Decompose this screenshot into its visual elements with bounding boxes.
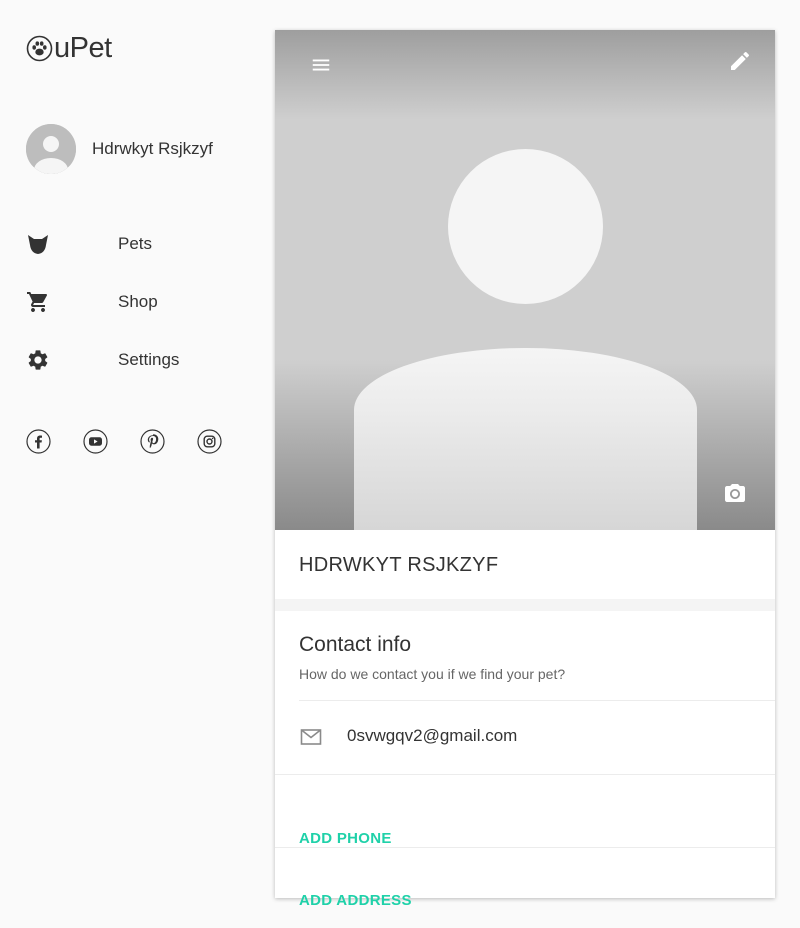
sidebar-item-label: Shop — [118, 292, 158, 311]
edit-profile-button[interactable] — [726, 47, 754, 75]
user-profile[interactable]: Hdrwkyt Rsjkzyf — [26, 124, 213, 174]
camera-icon — [725, 484, 745, 502]
add-phone-button[interactable]: ADD PHONE — [299, 830, 392, 847]
pinterest-icon[interactable] — [140, 429, 165, 454]
sidebar-item-pets[interactable]: Pets — [26, 226, 236, 284]
hamburger-menu-icon — [312, 59, 330, 71]
email-row[interactable]: 0svwgqv2@gmail.com — [275, 701, 775, 774]
divider — [275, 847, 775, 848]
default-avatar-icon — [26, 124, 76, 174]
app-logo[interactable]: uPet — [26, 33, 112, 63]
avatar — [26, 124, 76, 174]
contact-subtitle: How do we contact you if we find your pe… — [299, 666, 566, 682]
profile-name: HDRWKYT RSJKZYF — [299, 554, 499, 576]
user-name: Hdrwkyt Rsjkzyf — [92, 139, 213, 158]
change-photo-button[interactable] — [721, 480, 749, 508]
dog-face-icon — [28, 235, 48, 254]
logo-text: uPet — [54, 32, 112, 64]
sidebar-item-settings[interactable]: Settings — [26, 342, 236, 400]
sidebar-item-label: Pets — [118, 234, 153, 253]
profile-cover — [275, 30, 775, 530]
divider — [275, 774, 775, 775]
profile-name-section: HDRWKYT RSJKZYF — [275, 530, 775, 599]
placeholder-head — [448, 149, 603, 304]
profile-card: HDRWKYT RSJKZYF Contact info How do we c… — [275, 30, 775, 909]
email-value: 0svwgqv2@gmail.com — [347, 726, 518, 745]
pencil-icon — [731, 51, 750, 70]
menu-button[interactable] — [307, 51, 335, 79]
sidebar: uPet Hdrwkyt Rsjkzyf Pets Shop Settings — [0, 0, 260, 928]
paw-logo-icon — [26, 35, 53, 61]
placeholder-body — [354, 348, 697, 530]
shopping-cart-icon — [27, 292, 48, 312]
section-divider — [275, 599, 775, 611]
instagram-icon[interactable] — [197, 429, 222, 454]
youtube-icon[interactable] — [83, 429, 108, 454]
sidebar-item-label: Settings — [118, 350, 180, 369]
sidebar-nav: Pets Shop Settings — [26, 226, 236, 400]
sidebar-item-shop[interactable]: Shop — [26, 284, 236, 342]
facebook-icon[interactable] — [26, 429, 51, 454]
mail-icon — [300, 729, 322, 745]
gear-icon — [28, 350, 48, 370]
add-address-button[interactable]: ADD ADDRESS — [299, 892, 412, 909]
contact-title: Contact info — [299, 633, 412, 656]
social-links — [26, 429, 254, 454]
